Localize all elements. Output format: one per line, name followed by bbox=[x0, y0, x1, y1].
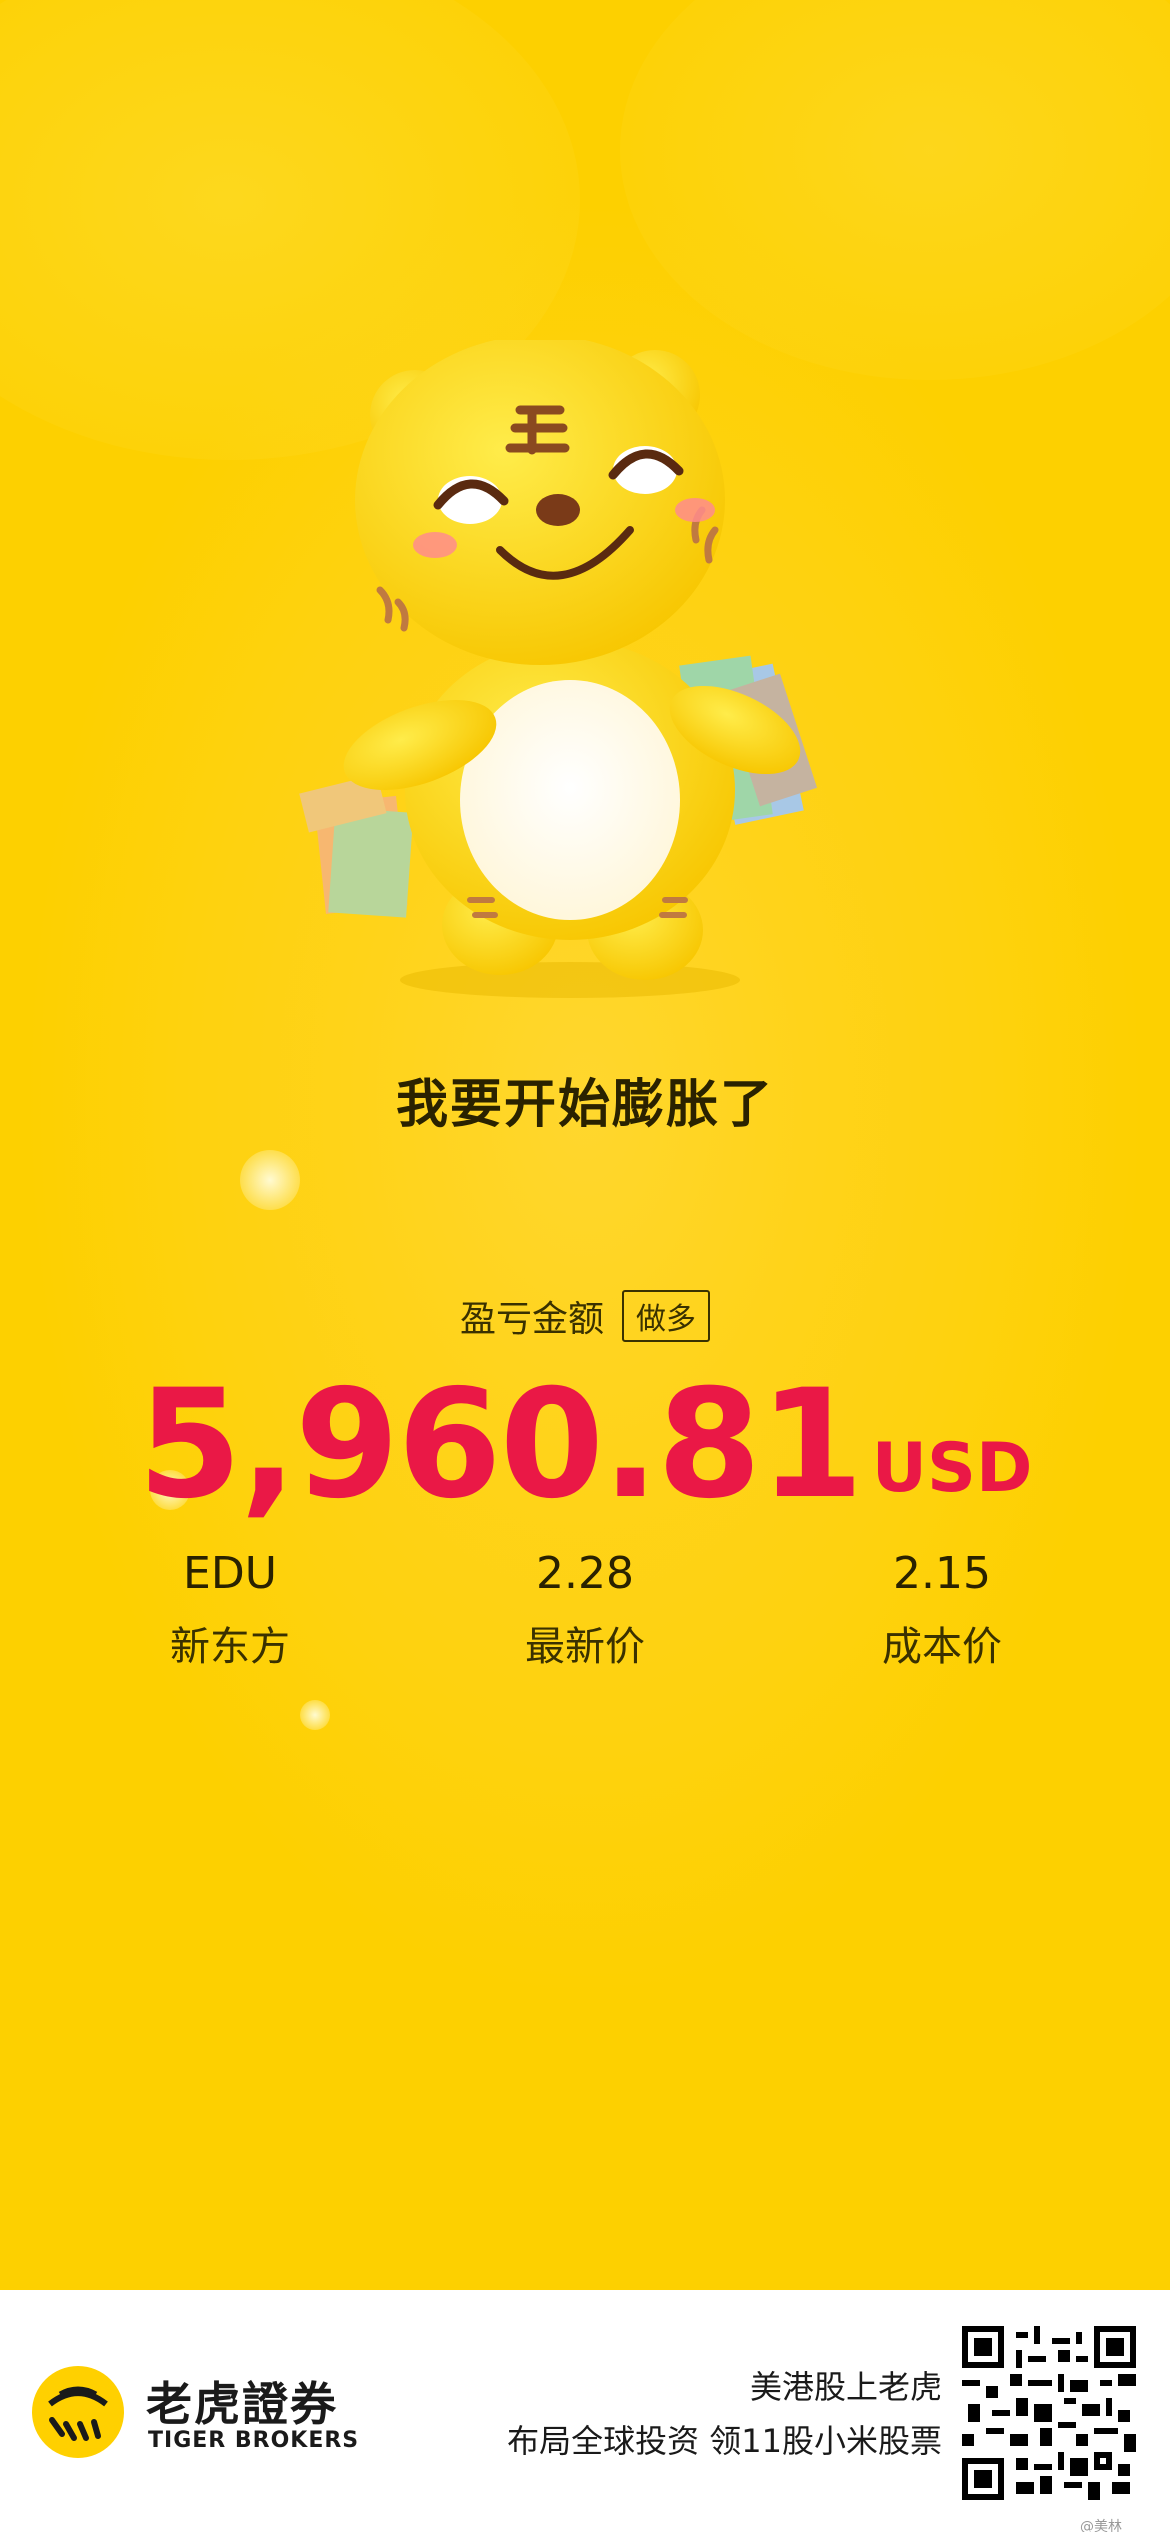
promo-line-1: 美港股上老虎 bbox=[749, 2368, 942, 2406]
profit-currency: USD bbox=[871, 1429, 1033, 1508]
profit-amount: 5,960.81 bbox=[137, 1358, 864, 1532]
stat-label: 成本价 bbox=[882, 1624, 1002, 1671]
stat-value: EDU bbox=[183, 1548, 277, 1599]
stat-label: 最新价 bbox=[525, 1624, 645, 1671]
slogan-text: 我要开始膨胀了 bbox=[395, 1075, 774, 1135]
background-swirl bbox=[620, 0, 1170, 380]
position-type-badge: 做多 bbox=[622, 1290, 710, 1342]
profit-label-row: 盈亏金额 做多 bbox=[0, 1290, 1170, 1342]
tiger-mascot-icon bbox=[299, 340, 818, 998]
stat-label: 新东方 bbox=[170, 1624, 290, 1671]
stock-stats: EDU 新东方 2.28 最新价 2.15 成本价 bbox=[0, 1548, 1170, 1672]
sparkle bbox=[300, 1700, 330, 1730]
stat-value: 2.15 bbox=[893, 1548, 991, 1599]
shopping-bags-left bbox=[299, 774, 414, 918]
stat-cost-price: 2.15 成本价 bbox=[812, 1548, 1072, 1672]
profit-amount-row: 5,960.81 USD bbox=[0, 1370, 1170, 1520]
tiger-brokers-logo-icon bbox=[32, 2366, 124, 2458]
footer-bar: 老虎證券 TIGER BROKERS 美港股上老虎 布局全球投资 领11股小米股… bbox=[0, 2290, 1170, 2532]
profit-label: 盈亏金额 bbox=[459, 1299, 604, 1340]
brand-name-en: TIGER BROKERS bbox=[148, 2428, 360, 2453]
brand-name-cn: 老虎證券 bbox=[146, 2377, 338, 2431]
qr-code-icon[interactable] bbox=[962, 2326, 1136, 2500]
promo-text: 美港股上老虎 布局全球投资 领11股小米股票 bbox=[507, 2360, 942, 2468]
qr-caption: @美林 bbox=[1080, 2519, 1122, 2532]
promo-line-2: 布局全球投资 领11股小米股票 bbox=[507, 2422, 942, 2460]
stat-ticker: EDU 新东方 bbox=[100, 1548, 360, 1672]
sparkle bbox=[240, 1150, 300, 1210]
share-card: 我要开始膨胀了 盈亏金额 做多 5,960.81 USD EDU 新东方 2.2… bbox=[0, 0, 1170, 2532]
stat-value: 2.28 bbox=[536, 1548, 634, 1599]
stat-latest-price: 2.28 最新价 bbox=[455, 1548, 715, 1672]
